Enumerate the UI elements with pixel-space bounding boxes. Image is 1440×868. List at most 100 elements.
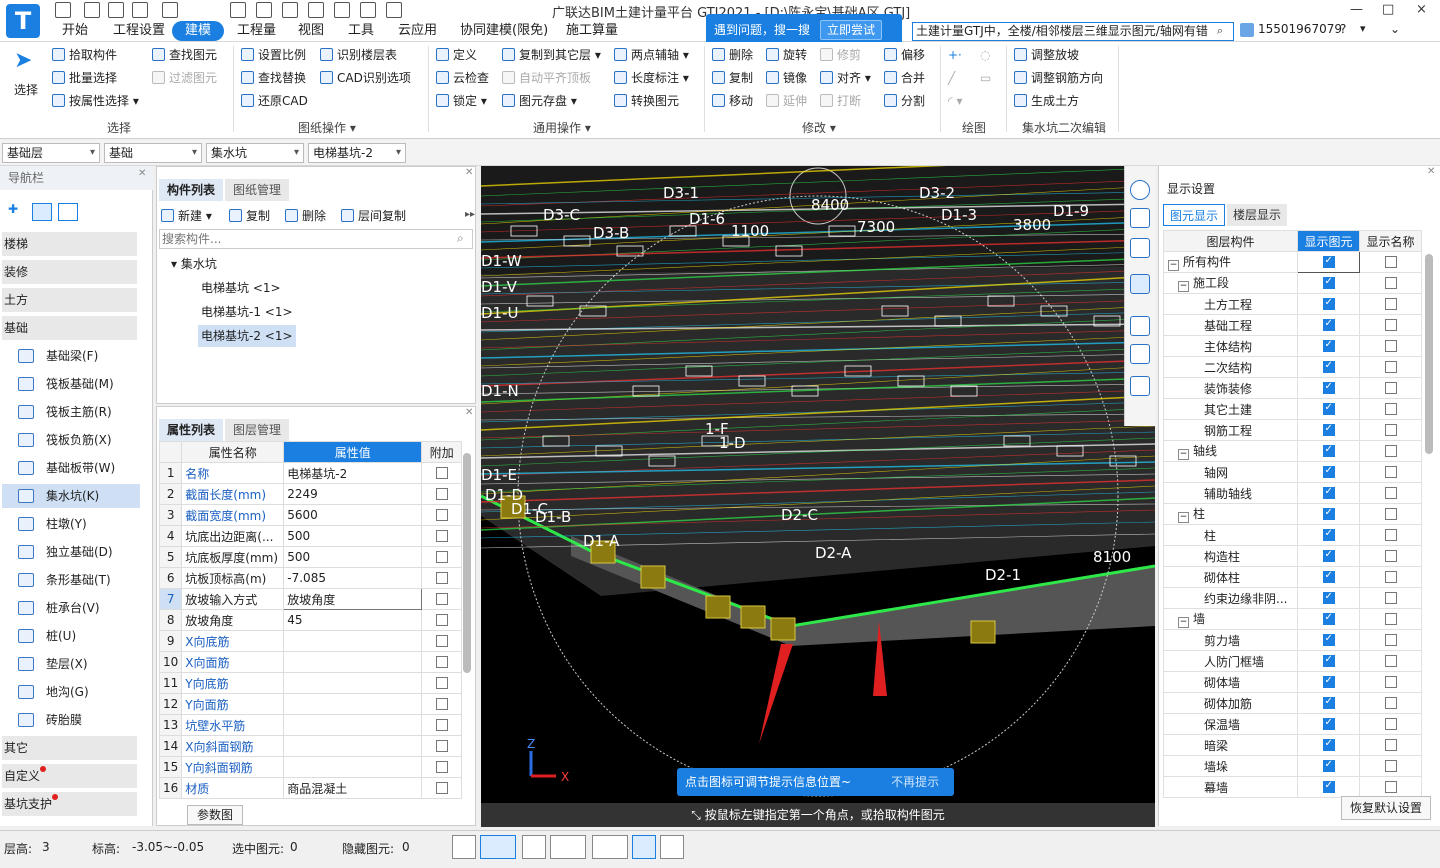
- collapse-icon[interactable]: −: [1178, 617, 1189, 628]
- show-name-cell[interactable]: [1359, 293, 1422, 315]
- show-element-cell[interactable]: [1297, 314, 1360, 336]
- report-icon[interactable]: [256, 2, 272, 18]
- table-row[interactable]: 11 Y向底筋: [158, 672, 463, 694]
- show-element-checkbox[interactable]: [1322, 570, 1335, 583]
- show-name-checkbox[interactable]: [1384, 487, 1397, 499]
- table-row[interactable]: 土方工程: [1163, 293, 1422, 315]
- table-row[interactable]: 4 坑底出边距离(... 500: [158, 525, 463, 547]
- attach-checkbox-cell[interactable]: [421, 630, 463, 652]
- table-row[interactable]: 剪力墙: [1163, 629, 1422, 651]
- calc-icon[interactable]: [308, 2, 324, 18]
- angle-icon[interactable]: [550, 835, 586, 859]
- delete-component-button[interactable]: 删除: [285, 207, 326, 225]
- show-element-cell[interactable]: [1297, 482, 1360, 504]
- attach-checkbox[interactable]: [435, 467, 448, 479]
- attach-checkbox-cell[interactable]: [421, 777, 463, 799]
- show-name-checkbox[interactable]: [1384, 550, 1397, 562]
- scrollbar[interactable]: [463, 453, 471, 673]
- snap-icon[interactable]: [592, 835, 628, 859]
- show-name-checkbox[interactable]: [1384, 319, 1397, 331]
- attach-checkbox[interactable]: [435, 719, 448, 731]
- table-row[interactable]: 约束边缘非阴...: [1163, 587, 1422, 609]
- show-element-checkbox[interactable]: [1322, 633, 1335, 646]
- show-element-checkbox[interactable]: [1322, 738, 1335, 751]
- component-search-input[interactable]: [159, 229, 473, 249]
- table-row[interactable]: 柱: [1163, 524, 1422, 546]
- tab-modeling[interactable]: 建模: [172, 21, 224, 41]
- collapse-icon[interactable]: −: [1178, 449, 1189, 460]
- tab-drawing-manage[interactable]: 图纸管理: [225, 179, 290, 201]
- show-element-cell[interactable]: [1297, 293, 1360, 315]
- show-name-checkbox[interactable]: [1384, 760, 1397, 772]
- tab-collab[interactable]: 协同建模(限免): [460, 22, 548, 40]
- table-row[interactable]: 3 截面宽度(mm) 5600: [158, 504, 463, 526]
- show-name-cell[interactable]: [1359, 503, 1422, 525]
- layer-name-cell[interactable]: 保温墙: [1163, 713, 1298, 735]
- close-icon[interactable]: ✕: [465, 167, 473, 178]
- show-element-checkbox[interactable]: [1322, 276, 1335, 289]
- tab-tools[interactable]: 工具: [348, 22, 374, 40]
- table-row[interactable]: − 所有构件: [1163, 251, 1422, 273]
- layer-name-cell[interactable]: − 墙: [1163, 608, 1298, 630]
- nav-section-other[interactable]: 其它: [2, 736, 137, 760]
- attach-checkbox-cell[interactable]: [421, 693, 463, 715]
- show-name-checkbox[interactable]: [1384, 277, 1397, 289]
- show-element-cell[interactable]: [1297, 545, 1360, 567]
- layer-name-cell[interactable]: 暗梁: [1163, 734, 1298, 756]
- layer-name-cell[interactable]: 钢筋工程: [1163, 419, 1298, 441]
- generate-earthwork-button[interactable]: 生成土方: [1014, 92, 1079, 110]
- restore-cad-button[interactable]: 还原CAD: [241, 92, 308, 110]
- tree-item[interactable]: 电梯基坑-1 <1>: [201, 303, 293, 321]
- attach-checkbox[interactable]: [435, 593, 448, 605]
- attach-checkbox[interactable]: [435, 530, 448, 542]
- show-name-checkbox[interactable]: [1384, 403, 1397, 415]
- attach-checkbox[interactable]: [435, 656, 448, 668]
- restore-default-button[interactable]: 恢复默认设置: [1341, 796, 1431, 820]
- new-file-icon[interactable]: [84, 2, 100, 18]
- new-component-button[interactable]: 新建 ▾: [161, 207, 212, 225]
- attach-checkbox-cell[interactable]: [421, 714, 463, 736]
- property-value[interactable]: 2249: [283, 483, 423, 505]
- nav-item-isolated-footing[interactable]: 独立基础(D): [18, 540, 113, 564]
- copy-button[interactable]: 复制: [712, 69, 753, 87]
- attach-checkbox-cell[interactable]: [421, 735, 463, 757]
- nav-item-pile[interactable]: 桩(U): [18, 624, 76, 648]
- show-name-cell[interactable]: [1359, 755, 1422, 777]
- layer-name-cell[interactable]: 人防门框墙: [1163, 650, 1298, 672]
- show-name-checkbox[interactable]: [1384, 676, 1397, 688]
- zoom-extent-icon[interactable]: [1130, 316, 1150, 336]
- table-row[interactable]: 保温墙: [1163, 713, 1422, 735]
- table-row[interactable]: − 轴线: [1163, 440, 1422, 462]
- show-element-cell[interactable]: [1297, 566, 1360, 588]
- cloud-check-button[interactable]: 云检查: [436, 69, 489, 87]
- attach-checkbox[interactable]: [435, 488, 448, 500]
- show-element-checkbox[interactable]: [1322, 780, 1335, 793]
- show-name-cell[interactable]: [1359, 335, 1422, 357]
- 3d-viewport[interactable]: Z X D3-1 D3-2 8400 7300 3800 D1-9 D1-3 D3-C D3-B…: [481, 166, 1155, 826]
- tab-layer-manage[interactable]: 图层管理: [225, 419, 290, 441]
- show-element-cell[interactable]: [1297, 671, 1360, 693]
- table-row[interactable]: 5 坑底板厚度(mm) 500: [158, 546, 463, 568]
- attach-checkbox[interactable]: [435, 740, 448, 752]
- layer-name-cell[interactable]: 装饰装修: [1163, 377, 1298, 399]
- show-element-cell[interactable]: [1297, 272, 1360, 294]
- property-value[interactable]: 500: [283, 525, 423, 547]
- layer-icon[interactable]: [334, 2, 350, 18]
- tab-component-list[interactable]: 构件列表: [159, 179, 224, 201]
- sum-icon[interactable]: [230, 2, 246, 18]
- table-row[interactable]: − 施工段: [1163, 272, 1422, 294]
- merge-button[interactable]: 合并: [884, 69, 925, 87]
- show-name-checkbox[interactable]: [1384, 508, 1397, 520]
- table-row[interactable]: 15 Y向斜面钢筋: [158, 756, 463, 778]
- show-name-checkbox[interactable]: [1384, 739, 1397, 751]
- property-value[interactable]: [283, 630, 423, 652]
- tab-project-settings[interactable]: 工程设置: [113, 22, 165, 40]
- cross-icon[interactable]: [522, 835, 546, 859]
- show-name-checkbox[interactable]: [1384, 466, 1397, 478]
- attach-checkbox-cell[interactable]: [421, 567, 463, 589]
- layer-name-cell[interactable]: 砌体墙: [1163, 671, 1298, 693]
- table-row[interactable]: 墙垛: [1163, 755, 1422, 777]
- show-name-cell[interactable]: [1359, 545, 1422, 567]
- help-icon[interactable]: ?: [1340, 22, 1346, 36]
- attach-checkbox[interactable]: [435, 635, 448, 647]
